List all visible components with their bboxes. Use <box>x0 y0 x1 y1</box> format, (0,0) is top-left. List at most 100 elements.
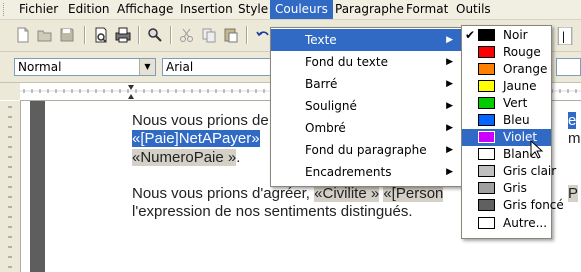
submenu-arrow-icon: ▶ <box>446 167 453 177</box>
doc-line-4-text: Nous vous prions d'agréer, <box>132 185 310 202</box>
toolbar-separator <box>84 26 86 44</box>
vertical-ruler <box>0 101 21 272</box>
menu-item-label: Ombré <box>305 121 346 135</box>
menu-item-fond-du-texte[interactable]: Fond du texte ▶ <box>271 51 461 73</box>
color-swatch <box>478 29 495 41</box>
color-swatch <box>478 182 495 194</box>
color-label: Gris foncé <box>503 198 564 212</box>
field-netapayer[interactable]: «[Paie]NetAPayer» <box>132 130 260 147</box>
overflow-indicator-icon: | <box>556 26 573 46</box>
doc-line-3-punct: . <box>236 149 241 166</box>
doc-fragment-text-3: P <box>568 185 579 202</box>
text-color-submenu: ✔ Noir Rouge Orange Jaune Vert Bleu Viole… <box>461 25 564 239</box>
doc-fragment-right-1: e <box>568 112 577 130</box>
new-document-icon[interactable] <box>14 26 32 44</box>
color-label: Orange <box>503 62 548 76</box>
color-item-gris-clair[interactable]: Gris clair <box>462 163 556 180</box>
submenu-arrow-icon: ▶ <box>446 101 453 111</box>
menu-item-label: Encadrements <box>305 165 392 179</box>
menu-item-texte[interactable]: Texte ▶ <box>271 29 461 51</box>
ruler-corner <box>0 83 20 100</box>
toolbar-separator <box>138 26 140 44</box>
copy-icon[interactable] <box>200 26 218 44</box>
menu-style[interactable]: Style <box>233 0 273 19</box>
menu-item-ombre[interactable]: Ombré ▶ <box>271 117 461 139</box>
checkmark-icon: ✔ <box>465 28 476 42</box>
font-combobox[interactable]: Arial <box>162 58 272 76</box>
paste-icon[interactable] <box>222 26 240 44</box>
color-label: Rouge <box>503 45 541 59</box>
spellcheck-icon[interactable] <box>146 26 164 44</box>
doc-fragment-right-3: P <box>568 185 579 203</box>
field-numeropaie[interactable]: «NumeroPaie » <box>132 149 237 166</box>
font-value: Arial <box>166 60 194 74</box>
submenu-arrow-icon: ▶ <box>446 145 453 155</box>
couleurs-dropdown-menu: Texte ▶ Fond du texte ▶ Barré ▶ Souligné ▶ O… <box>270 27 462 187</box>
toolbar-separator <box>170 26 172 44</box>
menu-item-label: Fond du paragraphe <box>305 143 427 157</box>
color-item-gris[interactable]: Gris <box>462 180 551 197</box>
font-size-combobox[interactable] <box>556 58 581 76</box>
color-label: Gris <box>503 181 527 195</box>
menu-item-label: Souligné <box>305 99 357 113</box>
doc-line-4: Nous vous prions d'agréer, «Civilite » «… <box>132 185 444 203</box>
color-item-bleu[interactable]: Bleu <box>462 112 551 129</box>
svg-text:|: | <box>562 31 566 44</box>
color-item-gris-fonce[interactable]: Gris foncé <box>462 197 564 214</box>
color-label: Vert <box>503 96 528 110</box>
color-swatch <box>478 199 495 211</box>
doc-line-5: l'expression de nos sentiments distingué… <box>132 203 413 220</box>
color-swatch <box>478 131 495 143</box>
menu-affichage[interactable]: Affichage <box>112 0 178 19</box>
color-item-vert[interactable]: Vert <box>462 95 551 112</box>
submenu-arrow-icon: ▶ <box>446 123 453 133</box>
field-civilite[interactable]: «Civilite » <box>314 185 380 202</box>
color-label: Bleu <box>503 113 530 127</box>
color-item-noir[interactable]: ✔ Noir <box>462 27 551 44</box>
print-icon[interactable] <box>114 26 132 44</box>
color-swatch <box>478 97 495 109</box>
color-swatch <box>478 80 495 92</box>
color-label: Autre... <box>503 216 548 230</box>
doc-line-3: «NumeroPaie ». <box>132 149 240 167</box>
menu-item-label: Fond du texte <box>305 55 388 69</box>
menu-item-barre[interactable]: Barré ▶ <box>271 73 461 95</box>
color-swatch <box>478 148 495 160</box>
chevron-down-icon[interactable]: ▼ <box>139 59 155 75</box>
save-document-icon[interactable] <box>58 26 76 44</box>
menu-item-encadrements[interactable]: Encadrements ▶ <box>271 161 461 183</box>
menu-fichier[interactable]: Fichier <box>14 0 63 19</box>
toolbar-separator <box>246 26 248 44</box>
menu-outils[interactable]: Outils <box>451 0 496 19</box>
doc-line-1: Nous vous prions de <box>132 112 269 129</box>
menu-bar: Fichier Edition Affichage Insertion Styl… <box>0 0 581 20</box>
mouse-pointer-icon <box>530 139 544 160</box>
color-swatch <box>478 46 495 58</box>
color-item-jaune[interactable]: Jaune <box>462 78 551 95</box>
open-document-icon[interactable] <box>36 26 54 44</box>
submenu-arrow-icon: ▶ <box>446 35 453 45</box>
cut-icon[interactable] <box>178 26 196 44</box>
menu-paragraphe[interactable]: Paragraphe <box>330 0 409 19</box>
submenu-arrow-icon: ▶ <box>446 57 453 67</box>
menu-item-fond-du-paragraphe[interactable]: Fond du paragraphe ▶ <box>271 139 461 161</box>
menu-edition[interactable]: Edition <box>63 0 115 19</box>
print-preview-icon[interactable] <box>92 26 110 44</box>
color-item-rouge[interactable]: Rouge <box>462 44 551 61</box>
gutter-space <box>21 101 30 272</box>
menu-item-label: Barré <box>305 77 338 91</box>
menu-format[interactable]: Format <box>401 0 453 19</box>
menu-item-souligne[interactable]: Souligné ▶ <box>271 95 461 117</box>
color-item-autre[interactable]: Autre... <box>462 215 551 232</box>
style-combobox[interactable]: Normal ▼ <box>14 58 156 76</box>
menu-couleurs[interactable]: Couleurs <box>270 0 333 19</box>
menu-insertion[interactable]: Insertion <box>175 0 238 19</box>
field-person[interactable]: «[Person <box>383 185 444 202</box>
submenu-arrow-icon: ▶ <box>446 79 453 89</box>
color-label: Gris clair <box>503 164 557 178</box>
color-item-orange[interactable]: Orange <box>462 61 551 78</box>
menubar-grip <box>3 3 7 16</box>
style-value: Normal <box>18 60 62 74</box>
color-swatch <box>478 217 495 229</box>
menu-item-label: Texte <box>305 33 337 47</box>
